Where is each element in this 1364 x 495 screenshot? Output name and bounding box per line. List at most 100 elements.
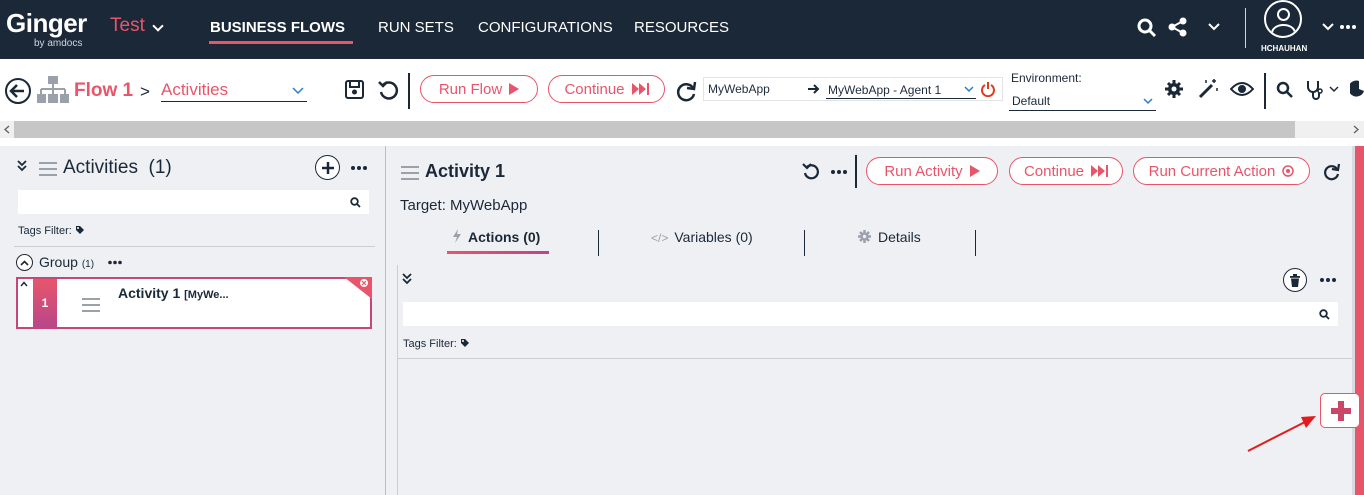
stethoscope-icon[interactable] bbox=[1305, 79, 1325, 101]
horizontal-scrollbar[interactable] bbox=[0, 121, 1364, 138]
activity-list-item[interactable]: 1 Activity 1 [MyWe... bbox=[16, 277, 372, 329]
chevron-down-icon bbox=[964, 86, 974, 93]
target-agent-mapping: MyWebApp MyWebApp - Agent 1 bbox=[703, 77, 1003, 101]
agent-select-value: MyWebApp - Agent 1 bbox=[828, 83, 942, 97]
target-app-name: MyWebApp bbox=[708, 82, 770, 96]
activity-title: Activity 1 bbox=[425, 161, 506, 181]
right-accent-strip bbox=[1355, 146, 1364, 495]
run-current-action-label: Run Current Action bbox=[1148, 162, 1276, 180]
tab-actions[interactable]: Actions (0) bbox=[452, 229, 540, 245]
tab-details-label: Details bbox=[878, 229, 921, 245]
nav-resources[interactable]: RESOURCES bbox=[634, 19, 729, 36]
back-icon[interactable] bbox=[5, 78, 31, 104]
tab-separator bbox=[804, 230, 805, 256]
activities-panel: Activities (1) Tags Filter: Group (1) 1 … bbox=[0, 146, 385, 495]
tags-filter[interactable]: Tags Filter: bbox=[18, 225, 85, 237]
activity-target: Target: MyWebApp bbox=[400, 197, 528, 214]
refresh-icon[interactable] bbox=[676, 80, 698, 102]
activities-title-text: Activities bbox=[63, 157, 138, 178]
activity-item-target: [MyWe... bbox=[184, 289, 229, 301]
view-select[interactable]: Activities bbox=[161, 80, 307, 102]
environment-select[interactable]: Default bbox=[1009, 91, 1156, 111]
app-logo: Ginger bbox=[6, 8, 87, 38]
business-flow-toolbar: Flow 1 > Activities Run Flow Continue My… bbox=[0, 59, 1364, 121]
view-select-value: Activities bbox=[161, 80, 229, 99]
tab-variables[interactable]: </> Variables (0) bbox=[651, 229, 753, 245]
save-icon[interactable] bbox=[344, 79, 366, 101]
gear-icon[interactable] bbox=[1164, 79, 1184, 99]
delete-all-button[interactable] bbox=[1283, 268, 1307, 292]
group-collapse-button[interactable] bbox=[16, 254, 33, 271]
continue-flow-label: Continue bbox=[564, 80, 625, 98]
trash-icon bbox=[1290, 273, 1300, 287]
tab-separator bbox=[598, 230, 599, 256]
agent-select[interactable]: MyWebApp - Agent 1 bbox=[826, 80, 976, 99]
search-icon bbox=[1319, 309, 1330, 320]
list-icon bbox=[401, 166, 419, 184]
tag-icon bbox=[75, 226, 84, 234]
activity-number: 1 bbox=[33, 279, 57, 327]
more-icon[interactable] bbox=[1340, 24, 1356, 30]
search-icon[interactable] bbox=[1137, 18, 1157, 38]
more-icon[interactable] bbox=[1320, 277, 1336, 283]
wand-icon[interactable] bbox=[1197, 78, 1219, 100]
chevron-up-icon[interactable] bbox=[20, 281, 28, 287]
more-icon[interactable] bbox=[831, 169, 847, 175]
group-more-icon[interactable] bbox=[108, 260, 122, 265]
share-icon[interactable] bbox=[1168, 17, 1188, 37]
chevron-down-icon[interactable] bbox=[1207, 22, 1221, 32]
drag-handle-icon[interactable] bbox=[82, 298, 100, 316]
tab-separator bbox=[975, 230, 976, 256]
scroll-left-icon[interactable] bbox=[4, 125, 10, 134]
continue-activity-label: Continue bbox=[1023, 162, 1085, 180]
more-icon[interactable] bbox=[351, 165, 367, 171]
chevron-up-icon bbox=[20, 259, 29, 266]
solution-name[interactable]: Test bbox=[110, 15, 145, 37]
search-icon[interactable] bbox=[1276, 81, 1294, 99]
solution-chevron-down-icon[interactable] bbox=[152, 20, 164, 32]
user-chevron-down-icon[interactable] bbox=[1321, 22, 1335, 32]
undo-icon[interactable] bbox=[802, 162, 820, 180]
pie-icon[interactable] bbox=[1350, 80, 1364, 98]
activities-search-input[interactable] bbox=[18, 190, 369, 214]
refresh-icon[interactable] bbox=[1323, 163, 1341, 181]
run-flow-button[interactable]: Run Flow bbox=[420, 75, 538, 103]
nav-configurations[interactable]: CONFIGURATIONS bbox=[478, 19, 613, 36]
fast-forward-icon bbox=[1091, 165, 1109, 177]
eye-icon[interactable] bbox=[1230, 81, 1254, 97]
power-icon[interactable] bbox=[980, 81, 996, 97]
tab-variables-label: Variables (0) bbox=[674, 229, 753, 245]
continue-activity-button[interactable]: Continue bbox=[1009, 157, 1123, 185]
add-action-button[interactable] bbox=[1320, 393, 1360, 428]
nav-business-flows[interactable]: BUSINESS FLOWS bbox=[210, 19, 345, 36]
tab-actions-label: Actions (0) bbox=[468, 229, 541, 245]
add-activity-button[interactable] bbox=[315, 155, 340, 180]
group-count: (1) bbox=[81, 259, 95, 270]
tab-details[interactable]: Details bbox=[858, 229, 921, 245]
continue-flow-button[interactable]: Continue bbox=[548, 75, 665, 103]
toolbar-separator bbox=[408, 73, 410, 109]
activity-item-name: Activity 1 bbox=[118, 285, 181, 301]
collapse-icon[interactable] bbox=[402, 273, 412, 285]
group-header: Group (1) bbox=[39, 254, 94, 270]
fast-forward-icon bbox=[631, 83, 649, 95]
user-icon[interactable] bbox=[1264, 0, 1302, 38]
chevron-down-icon[interactable] bbox=[1329, 86, 1339, 93]
tags-filter-label: Tags Filter: bbox=[18, 225, 72, 237]
undo-icon[interactable] bbox=[377, 79, 399, 101]
scrollbar-thumb[interactable] bbox=[14, 121, 1295, 138]
chevron-down-icon bbox=[1143, 98, 1153, 105]
nav-run-sets[interactable]: RUN SETS bbox=[378, 19, 454, 36]
tag-icon bbox=[460, 339, 469, 347]
actions-search-input[interactable] bbox=[403, 302, 1338, 326]
collapse-icon[interactable] bbox=[17, 160, 27, 172]
actions-tags-filter[interactable]: Tags Filter: bbox=[403, 338, 470, 350]
run-current-action-button[interactable]: Run Current Action bbox=[1133, 157, 1310, 185]
scroll-right-icon[interactable] bbox=[1353, 125, 1359, 134]
run-activity-button[interactable]: Run Activity bbox=[866, 157, 998, 185]
environment-value: Default bbox=[1012, 94, 1051, 108]
bolt-icon bbox=[453, 229, 461, 243]
divider bbox=[398, 358, 1353, 359]
play-icon bbox=[509, 83, 520, 95]
chevron-down-icon bbox=[292, 87, 304, 95]
